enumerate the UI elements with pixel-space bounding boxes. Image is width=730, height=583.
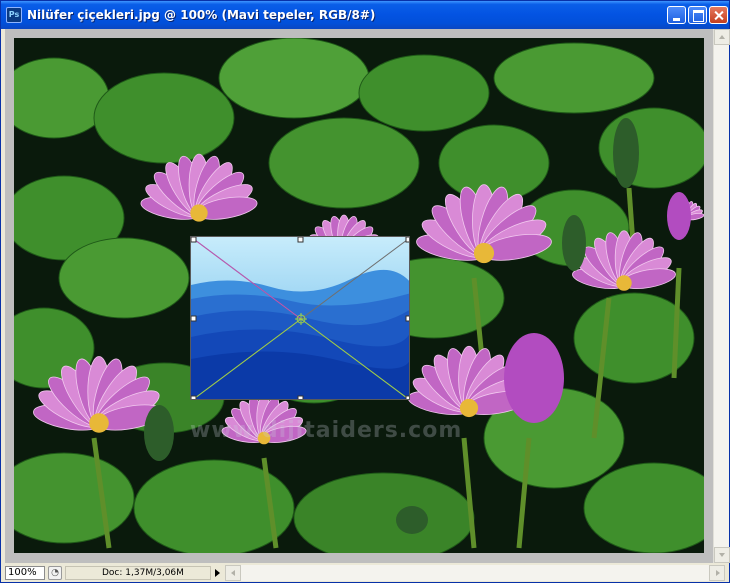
horizontal-scrollbar[interactable] xyxy=(225,565,725,581)
document-window: Ps Nilüfer çiçekleri.jpg @ 100% (Mavi te… xyxy=(0,0,730,583)
arrow-up-icon xyxy=(719,35,725,39)
zoom-field[interactable]: 100% xyxy=(5,566,45,580)
status-menu-button[interactable] xyxy=(212,566,224,580)
status-bar: 100% ◔ Doc: 1,37M/3,06M xyxy=(3,565,727,581)
scroll-left-button[interactable] xyxy=(225,565,241,581)
minimize-button[interactable] xyxy=(667,6,686,24)
window-title: Nilüfer çiçekleri.jpg @ 100% (Mavi tepel… xyxy=(27,8,376,22)
scroll-up-button[interactable] xyxy=(714,29,730,45)
navigator-icon[interactable]: ◔ xyxy=(48,566,62,580)
arrow-right-icon xyxy=(716,570,720,576)
photoshop-icon: Ps xyxy=(6,7,22,23)
canvas-area[interactable]: www.dijitaiders.com xyxy=(5,29,713,563)
scroll-down-button[interactable] xyxy=(714,547,730,563)
watermark: www.dijitaiders.com xyxy=(190,418,463,443)
hills-artwork xyxy=(191,237,409,399)
maximize-button[interactable] xyxy=(688,6,707,24)
close-button[interactable] xyxy=(709,6,728,24)
water-lily-photo[interactable]: www.dijitaiders.com xyxy=(14,38,704,553)
doc-size-info: Doc: 1,37M/3,06M xyxy=(65,566,211,580)
arrow-down-icon xyxy=(719,553,725,557)
arrow-left-icon xyxy=(231,570,235,576)
title-bar[interactable]: Ps Nilüfer çiçekleri.jpg @ 100% (Mavi te… xyxy=(1,1,729,29)
vertical-scrollbar[interactable] xyxy=(713,29,730,563)
placed-hills-image[interactable] xyxy=(190,236,410,400)
scroll-right-button[interactable] xyxy=(709,565,725,581)
